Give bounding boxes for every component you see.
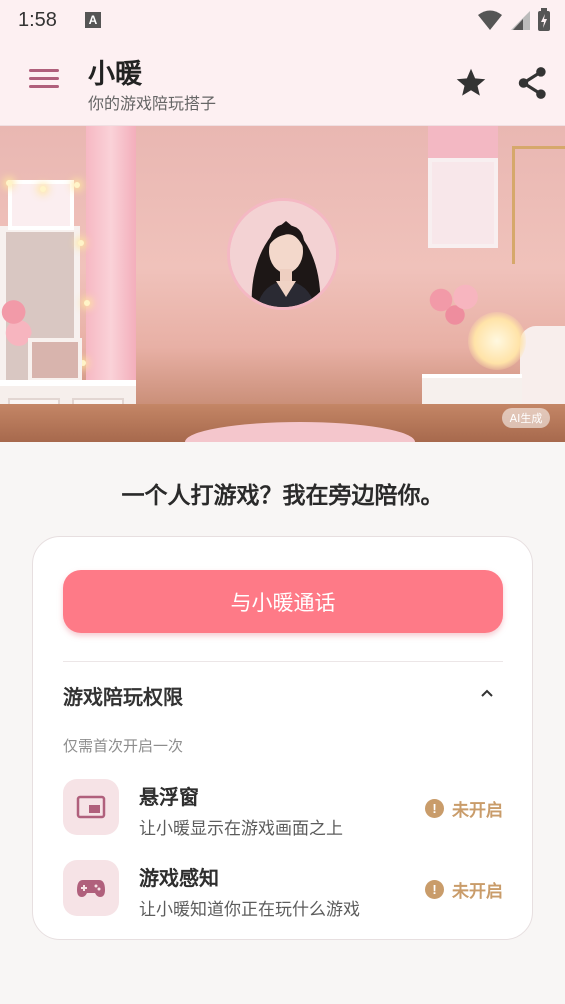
- status-time: 1:58: [18, 8, 57, 31]
- lamp: [468, 312, 526, 370]
- permissions-title: 游戏陪玩权限: [63, 685, 183, 709]
- notification-icon: A: [84, 12, 101, 28]
- permission-status: ! 未开启: [425, 877, 503, 902]
- wifi-icon: [478, 10, 502, 30]
- bed: [520, 326, 565, 416]
- share-button[interactable]: [514, 64, 552, 102]
- permissions-note: 仅需首次开启一次: [63, 737, 184, 755]
- fairy-lights: [0, 180, 136, 366]
- status-text: 未开启: [452, 882, 503, 902]
- curtain-decoration: [86, 126, 136, 416]
- permission-description: 让小暖显示在游戏画面之上: [139, 819, 343, 839]
- divider: [63, 661, 503, 662]
- permissions-header[interactable]: 游戏陪玩权限: [63, 663, 503, 725]
- status-icons: [477, 8, 551, 32]
- wall-shelf: [512, 146, 565, 264]
- permission-name: 悬浮窗: [139, 785, 199, 809]
- app-subtitle: 你的游戏陪玩搭子: [88, 94, 217, 113]
- app-title: 小暖: [88, 59, 142, 90]
- call-button[interactable]: 与小暖通话: [63, 570, 503, 633]
- tagline: 一个人打游戏？我在旁边陪你。: [121, 483, 444, 509]
- menu-icon: [22, 69, 66, 88]
- warning-icon: !: [425, 799, 444, 818]
- avatar-portrait: [230, 201, 336, 307]
- app-bar: 小暖 你的游戏陪玩搭子: [0, 40, 565, 126]
- star-icon: [456, 68, 486, 96]
- signal-icon: [511, 11, 530, 30]
- permission-item-overlay[interactable]: 悬浮窗 让小暖显示在游戏画面之上 ! 未开启: [63, 779, 503, 839]
- permission-description: 让小暖知道你正在玩什么游戏: [139, 900, 360, 920]
- companion-card: 与小暖通话 游戏陪玩权限 仅需首次开启一次 悬浮窗 让小暖显示在游戏画面之上 !…: [32, 536, 533, 940]
- photo-frame: [28, 338, 82, 382]
- status-text: 未开启: [452, 801, 503, 821]
- battery-icon: [538, 8, 550, 31]
- permission-name: 游戏感知: [139, 866, 219, 890]
- avatar: [227, 198, 339, 310]
- share-icon: [518, 67, 546, 99]
- chevron-up-icon: [481, 689, 493, 697]
- gamepad-icon: [63, 860, 119, 916]
- warning-icon: !: [425, 880, 444, 899]
- permission-item-game-detection[interactable]: 游戏感知 让小暖知道你正在玩什么游戏 ! 未开启: [63, 860, 503, 920]
- hero-image: AI生成: [0, 126, 565, 442]
- status-bar: 1:58 A: [0, 0, 565, 40]
- ai-generated-badge: AI生成: [502, 408, 550, 428]
- favorite-button[interactable]: [452, 64, 490, 102]
- wall-art: [428, 158, 498, 248]
- permission-status: ! 未开启: [425, 796, 503, 821]
- menu-button[interactable]: [22, 64, 66, 100]
- picture-in-picture-icon: [63, 779, 119, 835]
- curtain-decoration: [428, 126, 498, 158]
